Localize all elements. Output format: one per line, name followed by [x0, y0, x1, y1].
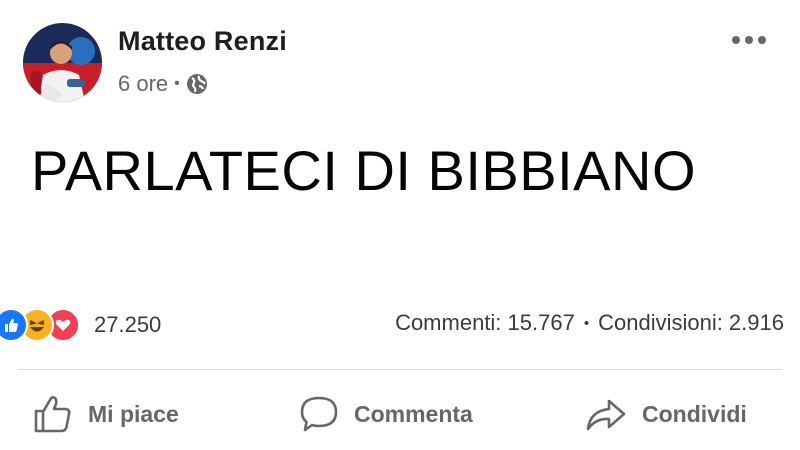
reaction-count: 27.250	[94, 312, 162, 337]
share-label: Condividi	[642, 400, 747, 427]
like-button[interactable]: Mi piace	[32, 390, 179, 438]
author-name[interactable]: Matteo Renzi	[118, 26, 287, 57]
more-options-icon[interactable]	[728, 26, 770, 54]
reactions-summary[interactable]: 27.250	[0, 307, 161, 343]
post-text: PARLATECI DI BIBBIANO	[31, 139, 697, 202]
meta-separator: •	[174, 75, 180, 92]
like-label: Mi piace	[88, 400, 179, 427]
divider	[18, 369, 782, 370]
post-meta: 6 ore •	[118, 70, 208, 98]
share-arrow-icon	[586, 399, 626, 431]
comment-label: Commenta	[354, 400, 473, 427]
post-time[interactable]: 6 ore	[118, 71, 168, 97]
avatar[interactable]	[23, 23, 102, 102]
globe-icon[interactable]	[186, 73, 208, 95]
engagement-stats: Commenti: 15.767 • Condivisioni: 2.916	[395, 310, 784, 336]
thumbs-up-icon	[34, 396, 71, 433]
comment-button[interactable]: Commenta	[298, 390, 473, 438]
avatar-image	[23, 23, 102, 102]
facebook-post: Matteo Renzi 6 ore • PARLATECI DI BIBBIA…	[0, 0, 800, 450]
comment-bubble-icon	[300, 396, 338, 432]
share-button[interactable]: Condividi	[584, 390, 747, 438]
shares-count[interactable]: Condivisioni: 2.916	[598, 310, 784, 336]
stats-separator: •	[583, 314, 590, 332]
comments-count[interactable]: Commenti: 15.767	[395, 310, 575, 336]
